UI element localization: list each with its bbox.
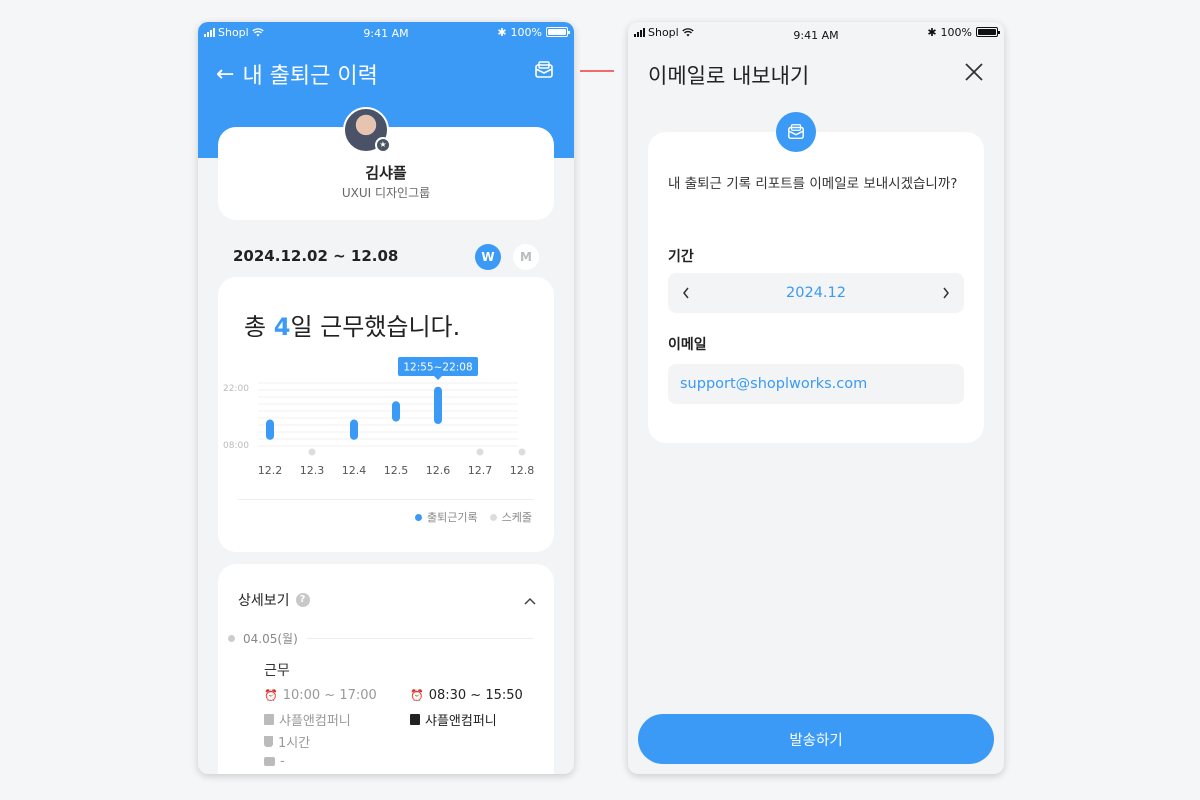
record-time: 08:30 ~ 15:50 (428, 688, 523, 703)
schedule-dot (476, 448, 484, 456)
chevron-left-icon[interactable] (682, 273, 690, 329)
chevron-up-icon[interactable] (524, 590, 536, 609)
tooltip-label: 12:55~22:08 (403, 362, 472, 374)
date-range: 2024.12.02 ~ 12.08 (233, 247, 399, 265)
status-bar: Shopl 9:41 AM ✱ 100% (628, 22, 1004, 42)
coffee-icon (264, 736, 273, 747)
attendance-chart: 22:00 08:00 12.2 12.3 12.4 12.5 12.6 12.7 12.8 12… (223, 357, 535, 477)
mail-badge (776, 112, 816, 152)
date-range-row: 2024.12.02 ~ 12.08 W M (233, 244, 544, 270)
summary-suffix: 일 근무했습니다. (290, 313, 461, 341)
mail-export-icon (535, 61, 553, 78)
avatar: ★ (343, 107, 391, 153)
battery-icon (976, 27, 1000, 37)
record-bar (434, 386, 442, 425)
send-button[interactable]: 발송하기 (638, 714, 994, 764)
x-tick-label: 12.8 (510, 464, 535, 477)
x-tick-label: 12.4 (342, 464, 367, 477)
summary-count: 4 (273, 313, 291, 341)
export-card: 내 출퇴근 기록 리포트를 이메일로 보내시겠습니까? 기간 2024.12 이… (648, 132, 984, 443)
schedule-place: 샤플앤컴퍼니 (279, 714, 351, 729)
week-toggle[interactable]: W (475, 244, 501, 270)
work-summary: 총 4일 근무했습니다. (244, 307, 460, 342)
page-title: 내 출퇴근 이력 (242, 64, 378, 89)
flow-connector (580, 70, 614, 72)
period-value: 2024.12 (786, 285, 846, 301)
month-toggle[interactable]: M (513, 244, 539, 270)
x-tick-label: 12.5 (384, 464, 409, 477)
tooltip-pointer (434, 376, 442, 380)
x-tick-label: 12.3 (300, 464, 325, 477)
work-label: 근무 (264, 663, 290, 679)
legend-record-label: 출퇴근기록 (427, 511, 478, 524)
status-time: 9:41 AM (363, 27, 409, 40)
memo: - (280, 754, 285, 769)
email-label: 이메일 (668, 337, 707, 353)
y-tick-label: 08:00 (223, 441, 249, 451)
record-place-row: 샤플앤컴퍼니 (410, 710, 497, 729)
alarm-clock-icon: ⏰ (410, 689, 424, 702)
summary-prefix: 총 (244, 313, 267, 341)
back-arrow-icon[interactable]: ← (216, 62, 234, 87)
building-icon (264, 714, 274, 725)
x-tick-label: 12.6 (426, 464, 451, 477)
detail-card: 상세보기 ? 04.05(월) 근무 ⏰ 10:00 ~ 17:00 ⏰ 08:… (218, 564, 554, 774)
alarm-clock-icon: ⏰ (264, 689, 278, 702)
legend-record: 출퇴근기록 (415, 509, 478, 525)
mail-export-icon (788, 124, 804, 140)
close-icon (965, 63, 983, 81)
close-button[interactable] (964, 62, 984, 86)
schedule-time: 10:00 ~ 17:00 (282, 688, 377, 703)
legend-schedule-label: 스케줄 (501, 511, 532, 524)
detail-header[interactable]: 상세보기 ? (238, 590, 310, 610)
help-icon[interactable]: ? (295, 593, 310, 607)
record-time-row: ⏰ 08:30 ~ 15:50 (410, 688, 523, 703)
schedule-dot (308, 448, 316, 456)
date-divider (305, 638, 534, 639)
attendance-chart-card: 총 4일 근무했습니다. 22:00 08:00 12.2 12.3 12.4 12.5 1… (218, 277, 554, 552)
chart-legend: 출퇴근기록 스케줄 (415, 509, 532, 525)
battery-icon (546, 27, 570, 37)
profile-team: UXUI 디자인그룹 (341, 186, 431, 200)
x-tick-label: 12.2 (258, 464, 283, 477)
status-time: 9:41 AM (793, 29, 839, 42)
x-tick-label: 12.7 (468, 464, 493, 477)
page-title-row: ← 내 출퇴근 이력 (216, 58, 378, 90)
status-bar: Shopl 9:41 AM ✱ 100% (198, 22, 574, 42)
page-title: 이메일로 내보내기 (648, 64, 810, 88)
email-export-screen: Shopl 9:41 AM ✱ 100% 이메일로 내보내기 내 출퇴근 기록 … (628, 22, 1004, 774)
record-bar (350, 419, 358, 440)
date-bullet (228, 635, 235, 642)
history-screen: Shopl 9:41 AM ✱ 100% ← 내 출퇴근 이력 김샤플 UXUI… (198, 22, 574, 774)
record-bar (392, 401, 400, 422)
record-bar (266, 419, 274, 440)
schedule-dot (518, 448, 526, 456)
legend-divider (238, 499, 534, 500)
profile-name: 김샤플 (365, 164, 407, 182)
memo-icon (264, 757, 275, 766)
detail-date: 04.05(월) (243, 632, 298, 646)
building-icon (410, 714, 420, 725)
period-label: 기간 (668, 249, 694, 265)
record-place: 샤플앤컴퍼니 (425, 714, 497, 729)
chevron-right-icon[interactable] (942, 273, 950, 329)
schedule-time-row: ⏰ 10:00 ~ 17:00 (264, 688, 377, 703)
legend-schedule: 스케줄 (489, 509, 532, 525)
schedule-place-row: 샤플앤컴퍼니 (264, 710, 351, 729)
export-mail-button[interactable] (534, 60, 554, 84)
break-time: 1시간 (278, 736, 311, 751)
detail-date-row: 04.05(월) (228, 630, 534, 647)
star-badge-icon: ★ (375, 137, 391, 153)
export-question: 내 출퇴근 기록 리포트를 이메일로 보내시겠습니까? (668, 176, 958, 192)
y-tick-label: 22:00 (223, 384, 249, 394)
memo-row: - (264, 754, 285, 769)
break-row: 1시간 (264, 732, 310, 751)
email-field[interactable]: support@shoplworks.com (668, 364, 964, 404)
period-selector: 2024.12 (668, 273, 964, 313)
detail-title: 상세보기 (238, 593, 290, 609)
